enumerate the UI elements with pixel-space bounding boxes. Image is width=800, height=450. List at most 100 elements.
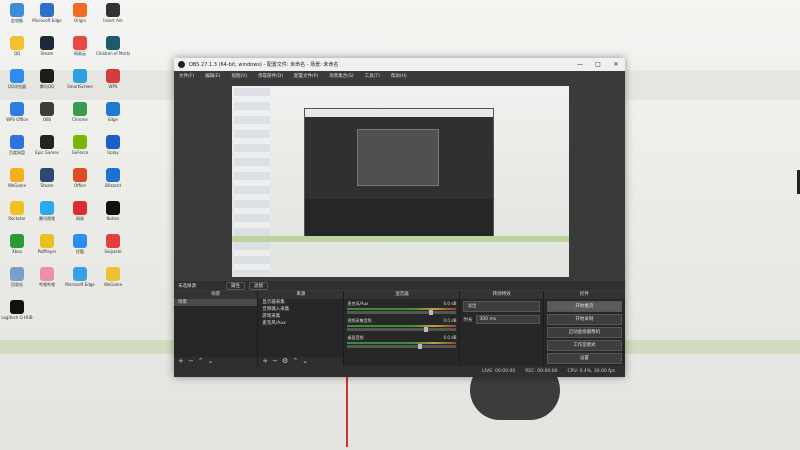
- desktop-icon-label: 腾讯视频: [39, 216, 55, 221]
- virtual-camera-button[interactable]: 启动虚拟摄像机: [546, 327, 622, 338]
- minimize-button[interactable]: —: [571, 61, 589, 68]
- desktop-icon[interactable]: 网易云: [63, 36, 97, 56]
- desktop-icon-label: Blizzard: [105, 183, 121, 188]
- desktop-icon[interactable]: WPS Office: [0, 102, 34, 122]
- app-icon: [10, 267, 24, 281]
- menu-help[interactable]: 帮助(H): [391, 73, 407, 79]
- desktop-icon-label: Rockstar: [8, 216, 26, 221]
- app-icon: [106, 36, 120, 50]
- source-settings-icon[interactable]: ⚙: [282, 357, 288, 365]
- menu-edit[interactable]: 编辑(E): [205, 73, 220, 79]
- menu-scene-collection[interactable]: 场景集合(S): [329, 73, 353, 79]
- menu-file[interactable]: 文件(F): [179, 73, 194, 79]
- status-bar: LIVE: 00:00:00 REC: 00:00:00 CPU: 0.4%, …: [174, 366, 625, 377]
- desktop-icon-label: Notion: [106, 216, 120, 221]
- desktop-icon[interactable]: WeGame: [0, 168, 34, 188]
- studio-mode-button[interactable]: 工作室模式: [546, 340, 622, 351]
- desktop-icon[interactable]: Origin: [63, 3, 97, 23]
- remove-source-button[interactable]: −: [272, 357, 278, 365]
- desktop-icon-label: GeForce: [71, 150, 89, 155]
- duration-input[interactable]: 300 ms: [476, 315, 540, 324]
- menu-profile[interactable]: 配置文件(P): [294, 73, 318, 79]
- desktop-icon[interactable]: 回收站: [0, 267, 34, 287]
- add-scene-button[interactable]: +: [178, 357, 184, 365]
- transition-select[interactable]: 淡出: [463, 301, 540, 312]
- close-button[interactable]: ✕: [607, 61, 625, 68]
- start-streaming-button[interactable]: 开始推流: [546, 301, 622, 312]
- desktop-icon[interactable]: GeForce: [63, 135, 97, 155]
- cpu-status: CPU: 0.4%, 30.00 fps: [567, 369, 616, 374]
- desktop-icon[interactable]: Steam: [30, 168, 64, 188]
- remove-scene-button[interactable]: −: [188, 357, 194, 365]
- menu-docks[interactable]: 停靠部件(D): [258, 73, 283, 79]
- app-icon: [40, 36, 54, 50]
- source-item[interactable]: 显示器采集: [258, 299, 343, 306]
- desktop-icon[interactable]: Rockstar: [0, 201, 34, 221]
- channel-db: 0.0 dB: [443, 318, 457, 323]
- preview-canvas[interactable]: [232, 86, 569, 277]
- desktop-icon-label: 此电脑: [11, 18, 23, 23]
- add-source-button[interactable]: +: [262, 357, 268, 365]
- desktop-icon[interactable]: Chrome: [63, 102, 97, 122]
- move-down-button[interactable]: ⌄: [208, 357, 214, 365]
- desktop-icon[interactable]: Xbox: [0, 234, 34, 254]
- desktop-icon[interactable]: 腾讯视频: [30, 201, 64, 221]
- start-recording-button[interactable]: 开始录制: [546, 314, 622, 325]
- app-icon: [106, 234, 120, 248]
- desktop-icon[interactable]: WeGame: [96, 267, 130, 287]
- desktop-icon-label: 网易: [76, 216, 84, 221]
- desktop-icon[interactable]: Epic Games: [30, 135, 64, 155]
- source-item[interactable]: 音频输入采集: [258, 306, 343, 313]
- desktop-icon[interactable]: Microsoft Edge: [30, 3, 64, 23]
- desktop-icon[interactable]: Office: [63, 168, 97, 188]
- volume-slider[interactable]: [347, 310, 457, 315]
- live-status: LIVE: 00:00:00: [482, 369, 516, 374]
- volume-slider[interactable]: [347, 344, 457, 349]
- volume-slider[interactable]: [347, 327, 457, 332]
- desktop-icon-label: Steam: [40, 183, 54, 188]
- desktop-icon[interactable]: Insert Ark: [96, 3, 130, 23]
- desktop-icon[interactable]: QQ浏览器: [0, 69, 34, 89]
- mixer-channel: 桌面音频 0.0 dB: [347, 335, 457, 349]
- source-item[interactable]: 游戏采集: [258, 313, 343, 320]
- desktop-icon[interactable]: Blizzard: [96, 168, 130, 188]
- desktop-icon[interactable]: 此电脑: [0, 3, 34, 23]
- desktop-icon[interactable]: Notion: [96, 201, 130, 221]
- desktop-icon[interactable]: Children of Morta: [96, 36, 130, 56]
- move-up-button[interactable]: ⌃: [292, 357, 298, 365]
- menu-view[interactable]: 视图(V): [231, 73, 247, 79]
- app-icon: [73, 168, 87, 182]
- desktop-icon[interactable]: Microsoft Edge: [63, 267, 97, 287]
- filters-button[interactable]: 滤镜: [249, 281, 268, 290]
- desktop-icon[interactable]: OBS: [30, 102, 64, 122]
- wallpaper-cord: [346, 377, 348, 447]
- settings-button[interactable]: 设置: [546, 353, 622, 364]
- desktop-icon[interactable]: 百度网盘: [0, 135, 34, 155]
- desktop-icon[interactable]: 优酷: [63, 234, 97, 254]
- desktop-icon-label: 腾讯QQ: [39, 84, 55, 89]
- desktop-icon[interactable]: QQ: [0, 36, 34, 56]
- desktop-icon[interactable]: Edge: [96, 102, 130, 122]
- source-toolbar: 未选择源 属性 滤镜: [174, 281, 625, 290]
- rec-status: REC: 00:00:00: [525, 369, 558, 374]
- properties-button[interactable]: 属性: [226, 281, 245, 290]
- scene-item[interactable]: 场景: [174, 299, 258, 306]
- desktop-icon[interactable]: 哔哩哔哩: [30, 267, 64, 287]
- desktop-icon-label: PotPlayer: [37, 249, 57, 254]
- obs-window: OBS 27.1.3 (64-bit, windows) - 配置文件: 未命名…: [174, 58, 625, 377]
- desktop-icon[interactable]: Steam: [30, 36, 64, 56]
- desktop-icon[interactable]: SmartScreen: [63, 69, 97, 89]
- desktop-icon[interactable]: WPS: [96, 69, 130, 89]
- desktop-icon[interactable]: Uplay: [96, 135, 130, 155]
- desktop-icon[interactable]: Logitech G HUB: [0, 300, 34, 320]
- menu-tools[interactable]: 工具(T): [365, 73, 380, 79]
- desktop-icon[interactable]: 腾讯QQ: [30, 69, 64, 89]
- maximize-button[interactable]: □: [589, 61, 607, 68]
- move-up-button[interactable]: ⌃: [198, 357, 204, 365]
- menu-bar: 文件(F) 编辑(E) 视图(V) 停靠部件(D) 配置文件(P) 场景集合(S…: [174, 71, 625, 80]
- move-down-button[interactable]: ⌄: [302, 357, 308, 365]
- desktop-icon[interactable]: Snipaste: [96, 234, 130, 254]
- desktop-icon[interactable]: 网易: [63, 201, 97, 221]
- desktop-icon[interactable]: PotPlayer: [30, 234, 64, 254]
- source-item[interactable]: 麦克风/Aux: [258, 320, 343, 327]
